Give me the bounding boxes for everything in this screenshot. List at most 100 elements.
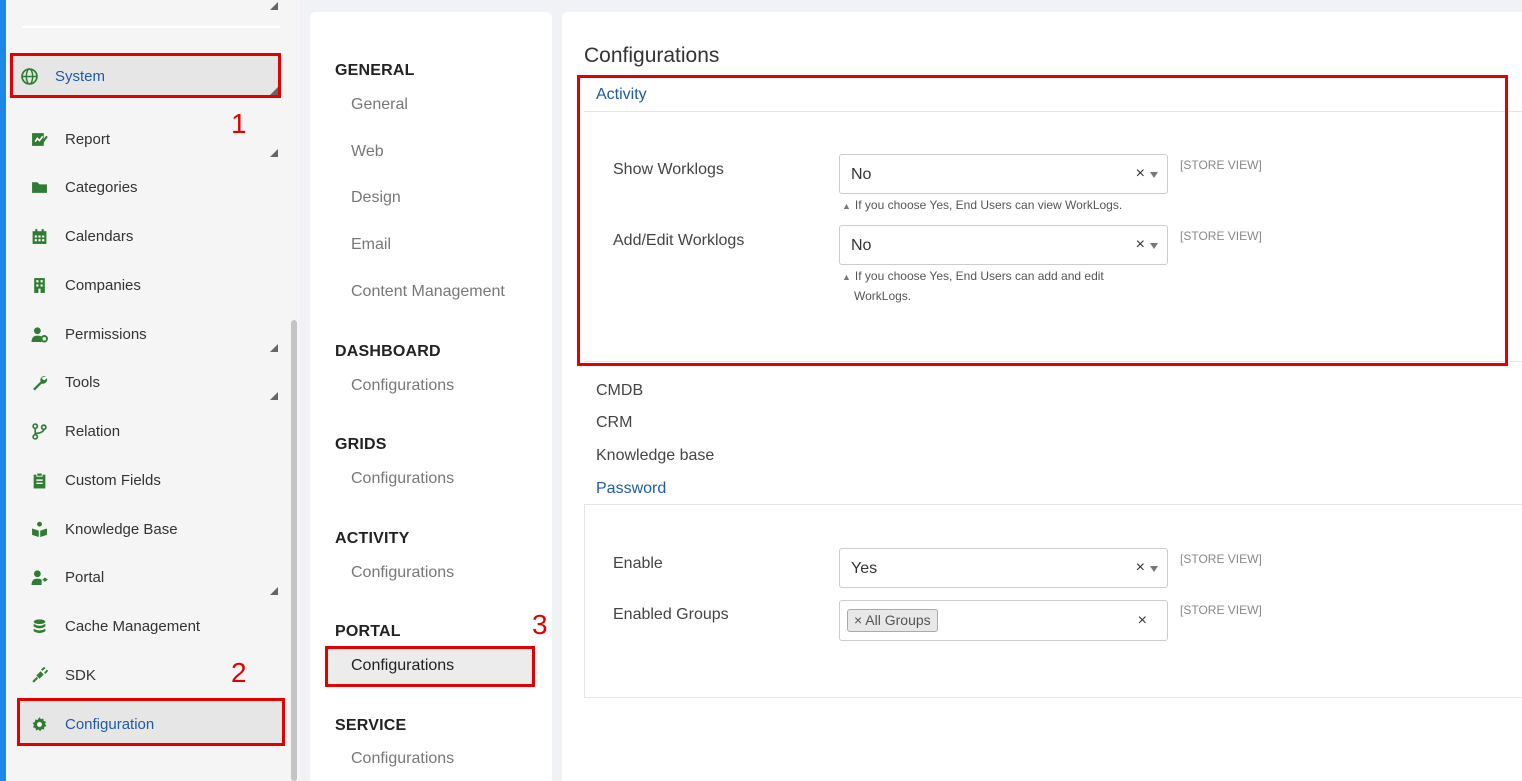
- field-note-text: WorkLogs.: [854, 289, 912, 303]
- sidebar-item-label: Portal: [65, 568, 105, 586]
- expand-corner-icon[interactable]: [270, 149, 278, 157]
- sidebar-item-sdk[interactable]: SDK: [30, 660, 96, 690]
- sidebar-item-knowledge-base[interactable]: Knowledge Base: [30, 514, 178, 544]
- chevron-down-icon[interactable]: [1150, 566, 1158, 572]
- sidebar-item-system[interactable]: System: [20, 61, 105, 91]
- sidebar-item-label: System: [55, 67, 106, 85]
- annotation-step-2: 2: [231, 657, 247, 688]
- sidebar-item-label: Knowledge Base: [65, 520, 178, 538]
- scope-label: [STORE VIEW]: [1180, 603, 1262, 617]
- section-title-portal: PORTAL: [335, 623, 401, 640]
- expand-corner-icon[interactable]: [270, 392, 278, 400]
- sidebar-item-configuration[interactable]: Configuration: [30, 709, 154, 739]
- plug-icon: [30, 666, 48, 684]
- sidebar-scrollbar[interactable]: [291, 320, 297, 781]
- select-value: No: [851, 237, 872, 254]
- sidebar-item-label: Relation: [65, 422, 121, 440]
- sidebar-item-label: Cache Management: [65, 617, 201, 635]
- triangle-up-icon: ▲: [842, 272, 851, 282]
- group-header-knowledge-base[interactable]: Knowledge base: [596, 447, 714, 465]
- field-note-text: If you choose Yes, End Users can add and…: [854, 269, 1104, 283]
- scope-label: [STORE VIEW]: [1180, 229, 1262, 243]
- clear-icon[interactable]: ×: [1136, 559, 1145, 577]
- field-note-text: If you choose Yes, End Users can view Wo…: [854, 198, 1123, 212]
- sidebar-item-label: Calendars: [65, 227, 134, 245]
- section-item-activity-configurations[interactable]: Configurations: [351, 564, 454, 582]
- sidebar-item-cache-management[interactable]: Cache Management: [30, 611, 200, 641]
- add-edit-worklogs-select[interactable]: No ×: [839, 225, 1168, 265]
- user-share-icon: [30, 568, 48, 586]
- enable-select[interactable]: Yes ×: [839, 548, 1168, 588]
- sidebar-item-portal[interactable]: Portal: [30, 562, 104, 592]
- sidebar-accent-bar: [0, 0, 6, 781]
- field-label-show-worklogs: Show Worklogs: [613, 161, 724, 178]
- expand-corner-icon[interactable]: [270, 87, 278, 95]
- clipboard-icon: [30, 471, 48, 489]
- field-note: ▲ If you choose Yes, End Users can add an…: [842, 267, 1142, 306]
- sidebar-item-calendars[interactable]: Calendars: [30, 221, 133, 251]
- sidebar-item-label: Configuration: [65, 715, 155, 733]
- field-note: ▲ If you choose Yes, End Users can view W…: [842, 196, 1142, 216]
- section-item-content-management[interactable]: Content Management: [351, 283, 505, 301]
- section-item-web[interactable]: Web: [351, 143, 384, 161]
- section-item-dashboard-configurations[interactable]: Configurations: [351, 377, 454, 395]
- section-item-portal-configurations[interactable]: Configurations: [351, 657, 454, 675]
- select-value: Yes: [851, 560, 878, 577]
- field-label-add-edit-worklogs: Add/Edit Worklogs: [613, 232, 745, 249]
- annotation-step-1: 1: [231, 108, 247, 139]
- section-item-design[interactable]: Design: [351, 189, 401, 207]
- show-worklogs-select[interactable]: No ×: [839, 154, 1168, 194]
- group-header-crm[interactable]: CRM: [596, 414, 632, 432]
- sidebar: System Report Categories Calendars Compa…: [0, 0, 300, 781]
- page-title: Configurations: [584, 44, 720, 67]
- enabled-groups-multiselect[interactable]: × All Groups ×: [839, 600, 1168, 641]
- expand-corner-icon[interactable]: [270, 587, 278, 595]
- sidebar-item-companies[interactable]: Companies: [30, 270, 141, 300]
- clear-icon[interactable]: ×: [1136, 236, 1145, 254]
- group-header-cmdb[interactable]: CMDB: [596, 382, 643, 400]
- sidebar-item-relation[interactable]: Relation: [30, 416, 120, 446]
- sidebar-item-label: Report: [65, 130, 111, 148]
- selected-group-chip[interactable]: × All Groups: [847, 609, 938, 632]
- field-label-enable: Enable: [613, 555, 663, 572]
- group-header-password[interactable]: Password: [596, 480, 666, 498]
- gear-icon: [30, 715, 48, 733]
- sidebar-item-label: Custom Fields: [65, 471, 161, 489]
- chevron-down-icon[interactable]: [1150, 243, 1158, 249]
- expand-corner-icon[interactable]: [270, 344, 278, 352]
- chevron-down-icon[interactable]: [1150, 172, 1158, 178]
- sidebar-item-label: Tools: [65, 373, 101, 391]
- group-header-activity[interactable]: Activity: [596, 86, 647, 104]
- clear-icon[interactable]: ×: [1138, 612, 1147, 630]
- sidebar-item-label: Permissions: [65, 325, 147, 343]
- sidebar-item-custom-fields[interactable]: Custom Fields: [30, 465, 161, 495]
- sidebar-item-label: Categories: [65, 178, 138, 196]
- database-icon: [30, 617, 48, 635]
- wrench-icon: [30, 373, 48, 391]
- clear-icon[interactable]: ×: [1136, 165, 1145, 183]
- branch-icon: [30, 422, 48, 440]
- building-icon: [30, 276, 48, 294]
- sidebar-item-report[interactable]: Report: [30, 124, 110, 154]
- section-item-general[interactable]: General: [351, 96, 408, 114]
- section-item-grids-configurations[interactable]: Configurations: [351, 470, 454, 488]
- group-divider: [584, 361, 1522, 362]
- sidebar-item-permissions[interactable]: Permissions: [30, 319, 147, 349]
- calendar-icon: [30, 227, 48, 245]
- expand-corner-icon[interactable]: [270, 2, 278, 10]
- section-title-service: SERVICE: [335, 717, 407, 734]
- section-title-general: GENERAL: [335, 62, 415, 79]
- annotation-step-3: 3: [532, 609, 548, 640]
- sidebar-item-label: Companies: [65, 276, 141, 294]
- section-item-service-configurations[interactable]: Configurations: [351, 750, 454, 768]
- folder-icon: [30, 178, 48, 196]
- sidebar-item-tools[interactable]: Tools: [30, 367, 100, 397]
- report-icon: [30, 130, 48, 148]
- sidebar-item-categories[interactable]: Categories: [30, 172, 138, 202]
- section-title-dashboard: DASHBOARD: [335, 343, 441, 360]
- sidebar-divider: [22, 26, 280, 28]
- select-value: No: [851, 166, 872, 183]
- triangle-up-icon: ▲: [842, 201, 851, 211]
- section-title-activity: ACTIVITY: [335, 530, 410, 547]
- section-item-email[interactable]: Email: [351, 236, 391, 254]
